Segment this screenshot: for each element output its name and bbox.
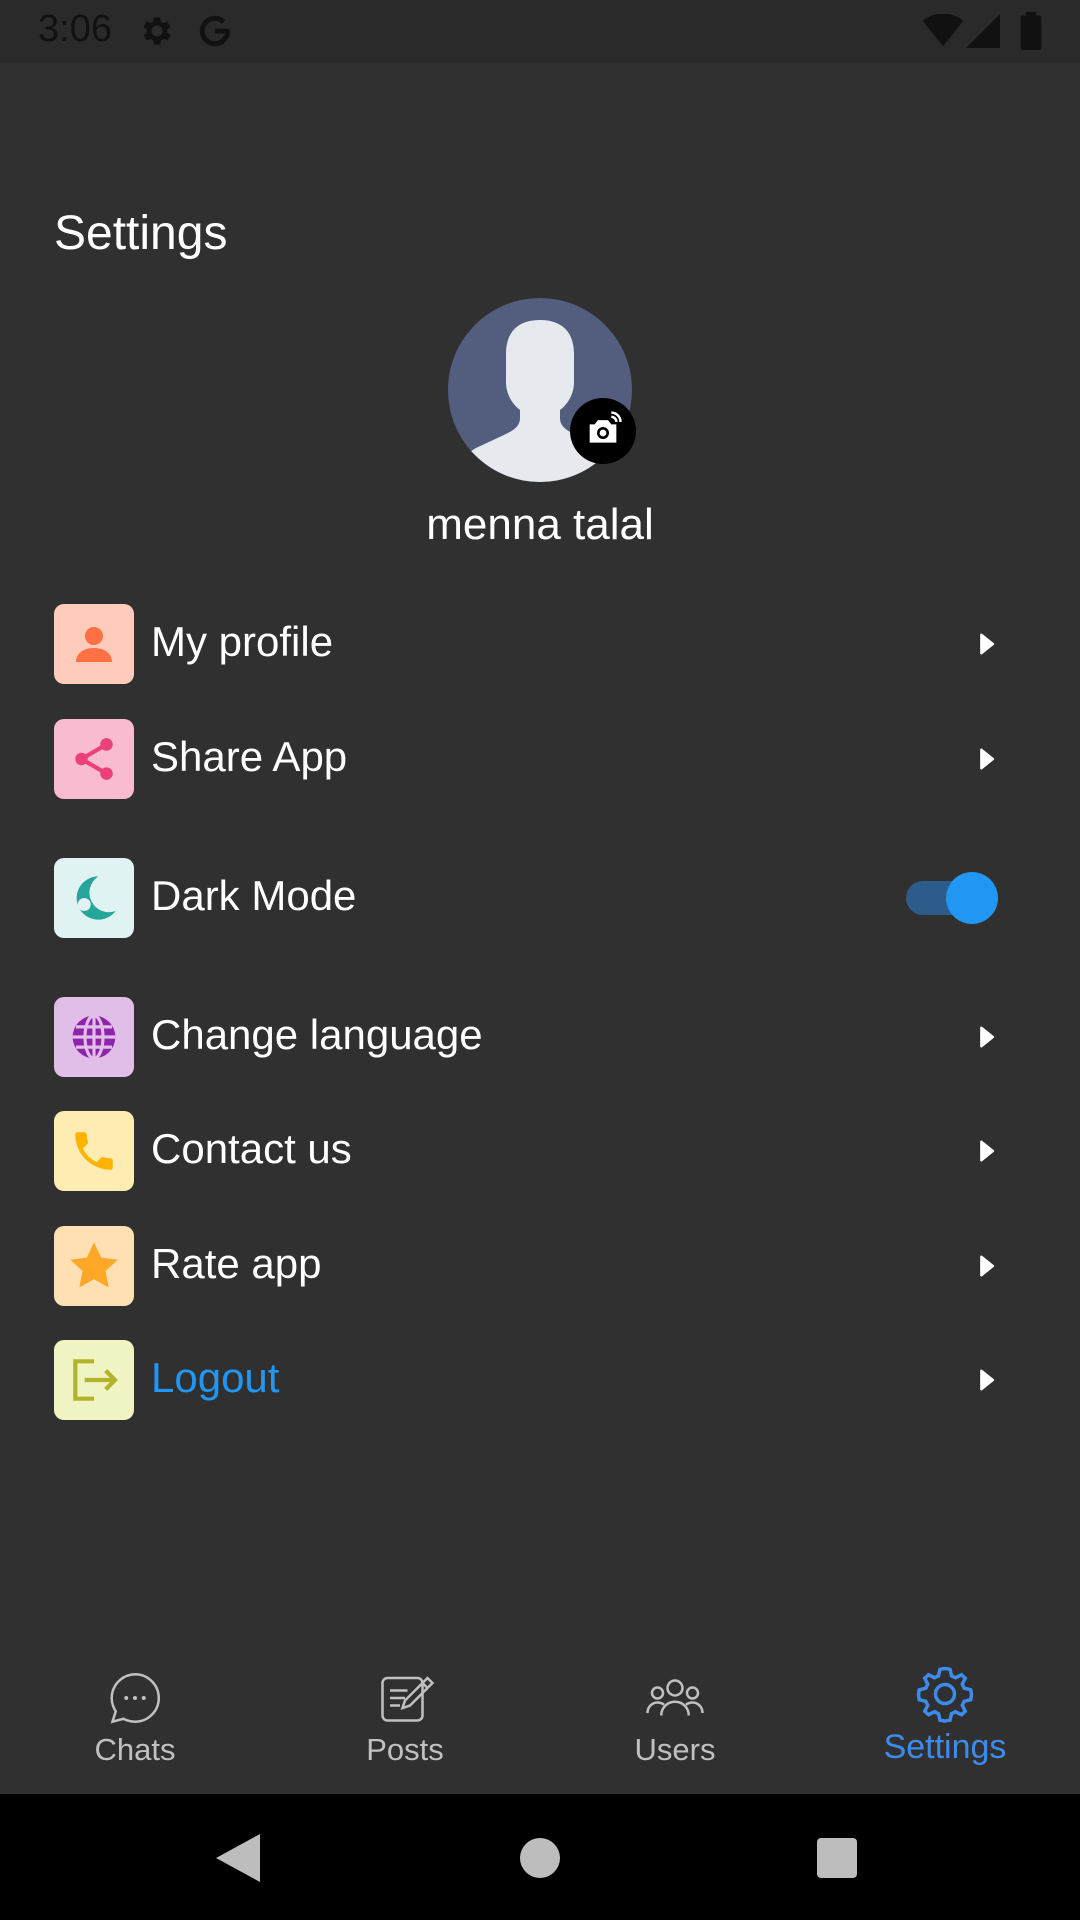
menu-item-dark-mode: Dark Mode — [54, 858, 1000, 938]
menu-icon-bg — [54, 997, 134, 1077]
person-icon — [76, 627, 112, 662]
nav-tab-users[interactable]: Users — [540, 1650, 810, 1794]
menu-item-change-language[interactable]: Change language — [54, 997, 1000, 1077]
nav-tab-settings[interactable]: Settings — [810, 1650, 1080, 1794]
status-bar: 3:06 — [0, 0, 1080, 63]
home-icon[interactable] — [520, 1838, 560, 1878]
nav-tab-posts[interactable]: Posts — [270, 1650, 540, 1794]
google-icon — [199, 15, 231, 47]
menu-icon-bg — [54, 1226, 134, 1306]
nav-label: Posts — [366, 1732, 444, 1767]
menu-label: Logout — [151, 1354, 280, 1401]
page-title: Settings — [54, 207, 228, 260]
dark-mode-toggle[interactable] — [900, 871, 1000, 925]
share-icon — [75, 738, 113, 780]
settings-notification-icon — [143, 17, 171, 45]
menu-icon-bg — [54, 719, 134, 799]
profile-avatar[interactable] — [448, 298, 636, 482]
chevron-right-icon — [980, 1255, 995, 1277]
recents-icon[interactable] — [817, 1838, 857, 1878]
nav-label: Users — [634, 1732, 716, 1767]
users-icon — [646, 1679, 704, 1716]
gear-icon — [916, 1666, 974, 1723]
menu-item-share-app[interactable]: Share App — [54, 719, 1000, 799]
menu-label: Dark Mode — [151, 872, 357, 919]
toggle-knob — [946, 872, 998, 924]
profile-name: menna talal — [426, 500, 654, 549]
camera-icon — [589, 411, 622, 443]
settings-screen: Settings menna talal My profile Share Ap… — [0, 63, 1080, 1794]
menu-icon-bg — [54, 604, 134, 684]
chevron-right-icon — [980, 748, 995, 770]
edit-note-icon — [381, 1676, 435, 1722]
menu-item-contact-us[interactable]: Contact us — [54, 1111, 1000, 1191]
menu-label: Rate app — [151, 1240, 322, 1287]
chat-bubble-icon — [110, 1672, 160, 1724]
change-photo-button[interactable] — [570, 398, 636, 464]
menu-label: My profile — [151, 618, 334, 665]
wifi-icon — [922, 14, 964, 47]
menu-item-rate-app[interactable]: Rate app — [54, 1226, 1000, 1306]
back-icon[interactable] — [216, 1834, 260, 1882]
menu-label: Change language — [151, 1011, 483, 1058]
phone-icon — [75, 1132, 113, 1170]
nav-tab-chats[interactable]: Chats — [0, 1650, 270, 1794]
menu-icon-bg — [54, 1340, 134, 1420]
moon-icon — [76, 876, 116, 920]
menu-icon-bg — [54, 858, 134, 938]
menu-item-my-profile[interactable]: My profile — [54, 604, 1000, 684]
chevron-right-icon — [980, 1026, 995, 1048]
menu-item-logout[interactable]: Logout — [54, 1340, 1000, 1420]
nav-label: Settings — [883, 1728, 1007, 1766]
menu-icon-bg — [54, 1111, 134, 1191]
chevron-right-icon — [980, 1140, 995, 1162]
logout-icon — [73, 1359, 118, 1401]
star-icon — [70, 1242, 118, 1288]
system-navigation-bar — [0, 1794, 1080, 1920]
status-time: 3:06 — [38, 8, 112, 50]
chevron-right-icon — [980, 633, 995, 655]
battery-icon — [1020, 12, 1042, 50]
globe-icon — [72, 1014, 116, 1060]
bottom-navigation: Chats Posts Users Settings — [0, 1650, 1080, 1794]
nav-label: Chats — [94, 1732, 176, 1767]
menu-label: Share App — [151, 733, 348, 780]
cell-signal-icon — [966, 14, 1000, 48]
chevron-right-icon — [980, 1369, 995, 1391]
menu-label: Contact us — [151, 1125, 352, 1172]
